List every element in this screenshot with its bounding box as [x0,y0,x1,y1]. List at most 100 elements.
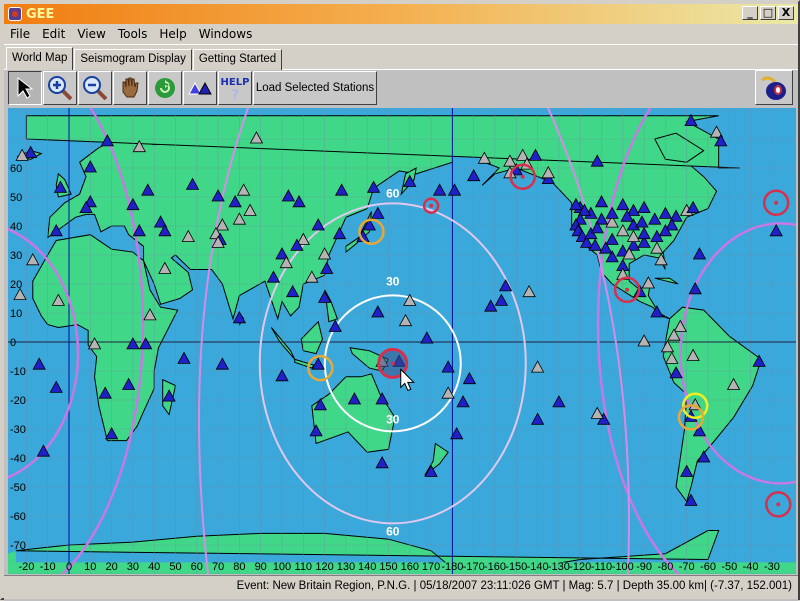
latitude-tick-label: 10 [10,308,22,320]
longitude-tick-label: 30 [127,561,139,573]
svg-text:HELP: HELP [221,77,250,88]
latitude-tick-label: 40 [10,221,22,233]
select-tool-button[interactable] [8,71,42,105]
distance-label-30-bottom: 30 [386,412,400,426]
longitude-tick-label: -70 [679,561,695,573]
longitude-tick-label: 120 [315,561,333,573]
select-arrow-icon [17,76,34,99]
station-active [49,380,63,393]
distance-label-30-top: 30 [386,274,400,288]
station-active [232,310,247,324]
station-active [177,351,191,364]
tab-world-map[interactable]: World Map [6,47,74,70]
station-active [375,455,389,469]
svg-text:?: ? [231,88,238,103]
title-bar[interactable]: GEE _ □ X [4,4,798,24]
longitude-tick-label: -90 [636,561,652,573]
longitude-tick-label: 150 [379,561,397,573]
longitude-tick-label: 60 [191,561,203,573]
longitude-tick-label: -10 [40,561,56,573]
longitude-tick-label: -170 [463,561,485,573]
tab-strip: World Map Seismogram Display Getting Sta… [6,47,283,70]
menu-help[interactable]: Help [153,27,192,41]
longitude-tick-label: -40 [743,561,759,573]
longitude-tick-label: 70 [212,561,224,573]
tab-seismogram-display[interactable]: Seismogram Display [74,49,192,70]
longitude-tick-label: -140 [527,561,549,573]
event-dot [520,174,525,179]
event-dot [625,287,630,292]
longitude-tick-label: -150 [505,561,527,573]
latitude-tick-label: 50 [10,192,22,204]
stations-icon [188,81,212,95]
zoom-in-button[interactable] [43,71,77,105]
longitude-tick-label: -20 [18,561,34,573]
load-selected-stations-button[interactable]: Load Selected Stations [253,71,377,105]
distance-label-60-top: 60 [386,186,400,200]
map-canvas[interactable]: 30306060-20 -10 0 10 20 30 40 50 60 70 80 90 100 110 1… [8,108,796,574]
station-active [447,183,462,196]
event-status-text: Event: New Britain Region, P.N.G. | 05/1… [236,580,792,592]
station-active [494,293,509,306]
distance-label-60-bottom: 60 [386,524,400,538]
landmass [300,320,323,355]
status-bar: Event: New Britain Region, P.N.G. | 05/1… [4,575,798,599]
longitude-tick-label: 80 [233,561,245,573]
station-inactive [26,252,40,266]
landmass [270,327,296,360]
event-bomb-button[interactable] [755,70,793,105]
menu-view[interactable]: View [71,27,111,41]
station-inactive [530,360,545,373]
station-active [552,395,566,408]
longitude-tick-label: 40 [148,561,160,573]
tab-getting-started[interactable]: Getting Started [192,49,283,70]
help-button[interactable]: HELP? [218,71,252,105]
latitude-tick-label: 60 [10,163,22,175]
longitude-tick-label: 20 [105,561,117,573]
landmass [311,373,396,453]
stations-button[interactable] [183,71,217,105]
longitude-tick-label: 90 [255,561,267,573]
longitude-tick-label: 50 [169,561,181,573]
latitude-tick-label: -10 [10,366,26,378]
minimize-button[interactable]: _ [742,6,758,20]
longitude-tick-label: -120 [569,561,591,573]
selected-event-dot [390,361,395,366]
app-logo-icon [8,7,22,21]
landmass [654,277,679,285]
station-active [467,168,481,182]
latitude-tick-label: -40 [10,453,26,465]
longitude-tick-label: -130 [548,561,570,573]
latitude-tick-label: -50 [10,482,26,494]
longitude-tick-label: 10 [84,561,96,573]
longitude-tick-label: -30 [764,561,780,573]
maximize-button[interactable]: □ [760,6,776,20]
menu-edit[interactable]: Edit [36,27,71,41]
latitude-tick-label: -60 [10,511,26,523]
longitude-tick-label: 110 [295,561,313,573]
app-window: GEE _ □ X File Edit View Tools Help Wind… [0,0,800,601]
longitude-tick-label: -80 [657,561,673,573]
zoom-in-icon [48,76,73,101]
latitude-tick-label: -20 [10,395,26,407]
zoom-out-icon [83,76,108,101]
menu-windows[interactable]: Windows [193,27,259,41]
event-dot [429,203,434,208]
menu-file[interactable]: File [4,27,36,41]
zoom-out-button[interactable] [78,71,112,105]
close-button[interactable]: X [778,6,794,20]
pan-button[interactable] [113,71,147,105]
refresh-icon [155,78,175,98]
map-toolbar: HELP? Load Selected Stations [8,71,377,105]
longitude-tick-label: -160 [484,561,506,573]
station-inactive [522,284,536,298]
longitude-tick-label: -180 [441,561,463,573]
station-inactive [637,334,651,347]
station-active [530,412,545,425]
pan-hand-icon [122,77,139,98]
refresh-button[interactable] [148,71,182,105]
latitude-tick-label: 0 [10,337,16,349]
longitude-tick-label: -50 [721,561,737,573]
world-map[interactable]: 30 30 60 60 -20 -10 0 10 20 30 40 50 60 70 80 90 100 110 1… [8,108,796,574]
menu-tools[interactable]: Tools [112,27,154,41]
